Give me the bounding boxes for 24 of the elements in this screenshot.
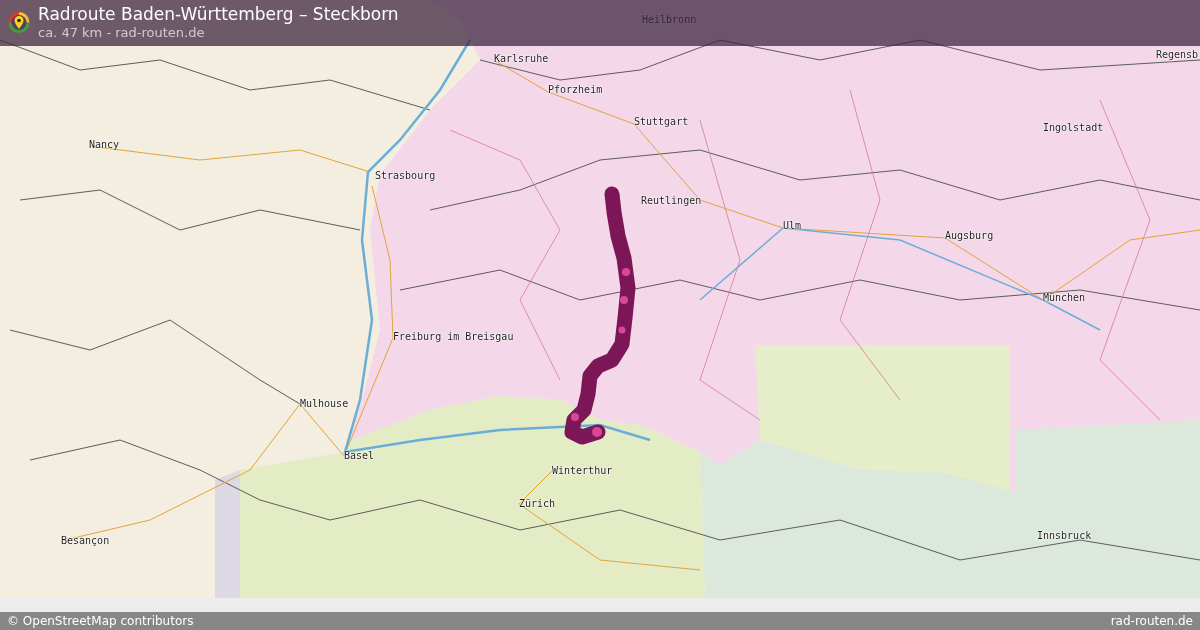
city-label: Winterthur bbox=[552, 465, 613, 477]
city-label: Innsbruck bbox=[1037, 530, 1092, 542]
city-label: Pforzheim bbox=[548, 84, 603, 96]
city-label: Stuttgart bbox=[634, 116, 689, 128]
route-title: Radroute Baden-Württemberg – Steckborn bbox=[38, 4, 399, 25]
city-label: Besançon bbox=[61, 535, 110, 547]
city-label: Ingolstadt bbox=[1043, 122, 1104, 134]
city-label: Zürich bbox=[519, 498, 556, 510]
city-label: Ulm bbox=[783, 220, 802, 232]
city-label: Strasbourg bbox=[375, 170, 436, 182]
city-label: Freiburg im Breisgau bbox=[393, 331, 514, 343]
city-label: Augsburg bbox=[945, 230, 994, 242]
city-label: Basel bbox=[344, 450, 375, 462]
city-label: Heilbronn bbox=[642, 14, 697, 26]
map-pin-icon bbox=[8, 10, 30, 34]
route-subtitle: ca. 47 km - rad-routen.de bbox=[38, 25, 206, 40]
city-label: Karlsruhe bbox=[494, 53, 549, 65]
city-label: Mulhouse bbox=[300, 398, 349, 410]
city-label: Nancy bbox=[89, 139, 120, 151]
site-name: rad-routen.de bbox=[1110, 614, 1193, 628]
city-label: München bbox=[1043, 292, 1086, 304]
city-label: Reutlingen bbox=[641, 195, 702, 207]
city-label: Regensb bbox=[1156, 49, 1199, 61]
attribution-text: © OpenStreetMap contributors bbox=[7, 614, 194, 628]
